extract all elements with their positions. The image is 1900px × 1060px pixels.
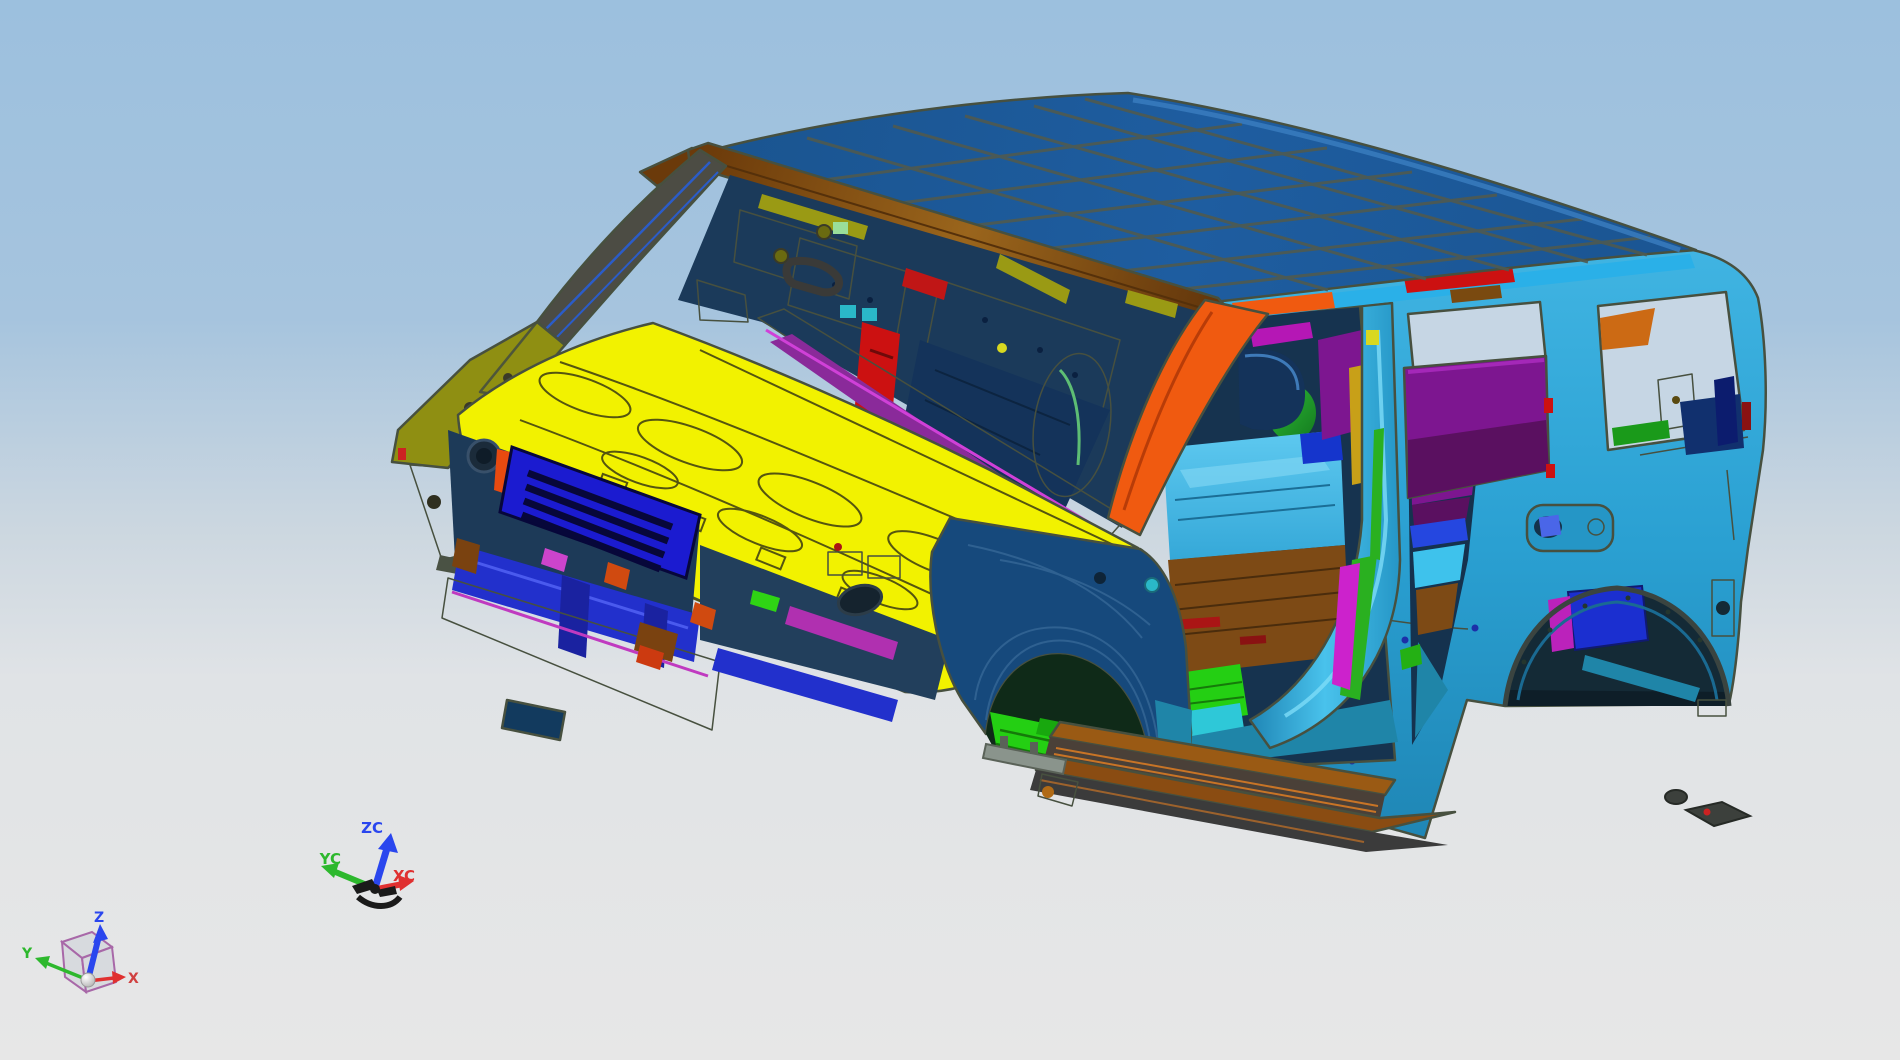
wcs-zc-label: ZC bbox=[361, 819, 383, 837]
view-orientation-triad[interactable]: Z Y X bbox=[21, 910, 139, 995]
view-y-label: Y bbox=[21, 946, 33, 962]
floating-small-parts[interactable] bbox=[1664, 789, 1753, 828]
car-body-model[interactable] bbox=[390, 91, 1767, 852]
wcs-triad[interactable]: ZC YC XC bbox=[319, 819, 415, 909]
wcs-xc-label: XC bbox=[393, 867, 415, 885]
cad-application-background: { "viewport": { "type": "3d-cad-viewport… bbox=[0, 0, 1900, 1060]
view-x-arrow[interactable] bbox=[112, 971, 126, 984]
view-z-label: Z bbox=[94, 910, 104, 926]
cad-3d-viewport[interactable]: ZC YC XC Z Y X bbox=[0, 0, 1900, 1060]
model-canvas[interactable]: ZC YC XC Z Y X bbox=[0, 0, 1900, 1060]
view-y-arrow[interactable] bbox=[35, 956, 50, 969]
wcs-yc-label: YC bbox=[319, 850, 341, 868]
view-x-label: X bbox=[128, 971, 139, 987]
door-handle-recess[interactable] bbox=[1525, 503, 1615, 553]
